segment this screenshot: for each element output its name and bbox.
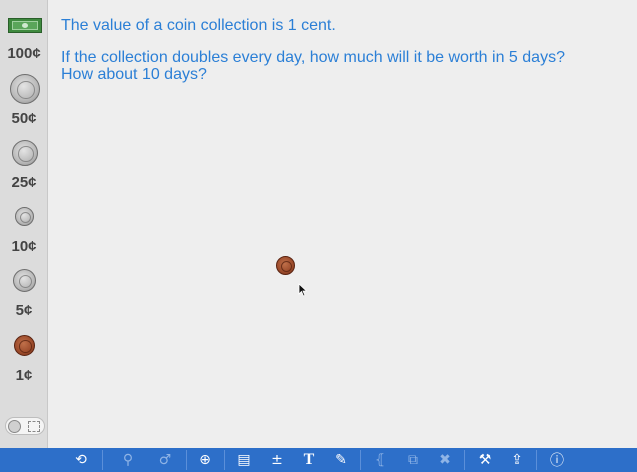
coin-palette: 100¢ 50¢ 25¢ 10¢ 5¢ 1¢ <box>0 0 48 448</box>
grid-icon <box>28 421 40 432</box>
coin-label-5: 5¢ <box>15 302 33 319</box>
pencil-icon[interactable]: ✎ <box>330 451 352 469</box>
toggle-knob <box>8 420 21 433</box>
coin-label-50: 50¢ <box>11 110 37 127</box>
mouse-cursor-icon <box>298 283 308 297</box>
label-icon[interactable]: ⦃ <box>369 451 391 469</box>
equation-icon[interactable]: ± <box>266 451 288 469</box>
zoom-icon[interactable]: ⊕ <box>194 451 216 469</box>
toolbar-divider <box>186 450 187 470</box>
dime-coin-icon[interactable] <box>15 207 34 226</box>
wrench-icon[interactable]: ⚒ <box>474 451 496 469</box>
toolbar-divider <box>464 450 465 470</box>
coin-label-10: 10¢ <box>11 238 37 255</box>
problem-question-line2: How about 10 days? <box>61 66 207 83</box>
problem-question-line1: If the collection doubles every day, how… <box>61 49 565 66</box>
toolbar-divider <box>536 450 537 470</box>
coin-label-100: 100¢ <box>7 45 41 62</box>
problem-question: If the collection doubles every day, how… <box>61 49 621 83</box>
dollar-bill-icon[interactable] <box>8 18 42 33</box>
problem-statement: The value of a coin collection is 1 cent… <box>61 17 336 34</box>
bottom-toolbar: ⟲ ⚲ ♂ ⊕ ▤ ± T ✎ ⦃ ⧉ ✖ ⚒ ⇪ ⓘ <box>0 448 637 472</box>
quarter-coin-icon[interactable] <box>12 140 38 166</box>
half-dollar-coin-icon[interactable] <box>10 74 40 104</box>
toolbar-divider <box>360 450 361 470</box>
view-toggle[interactable] <box>5 417 45 435</box>
text-icon[interactable]: T <box>298 451 320 469</box>
link-icon[interactable]: ⚲ <box>114 451 142 469</box>
coin-label-1: 1¢ <box>15 367 33 384</box>
toolbar-divider <box>224 450 225 470</box>
group-icon[interactable]: ♂ <box>154 451 176 469</box>
duplicate-icon[interactable]: ⧉ <box>402 451 424 469</box>
share-icon[interactable]: ⇪ <box>506 451 528 469</box>
trash-icon[interactable]: ✖ <box>434 451 456 469</box>
info-icon[interactable]: ⓘ <box>546 451 568 469</box>
reset-icon[interactable]: ⟲ <box>70 451 92 469</box>
placed-penny-coin-icon[interactable] <box>276 256 295 275</box>
coin-label-25: 25¢ <box>11 174 37 191</box>
toolbar-divider <box>102 450 103 470</box>
nickel-coin-icon[interactable] <box>13 269 36 292</box>
penny-coin-icon[interactable] <box>14 335 35 356</box>
layout-icon[interactable]: ▤ <box>233 451 255 469</box>
